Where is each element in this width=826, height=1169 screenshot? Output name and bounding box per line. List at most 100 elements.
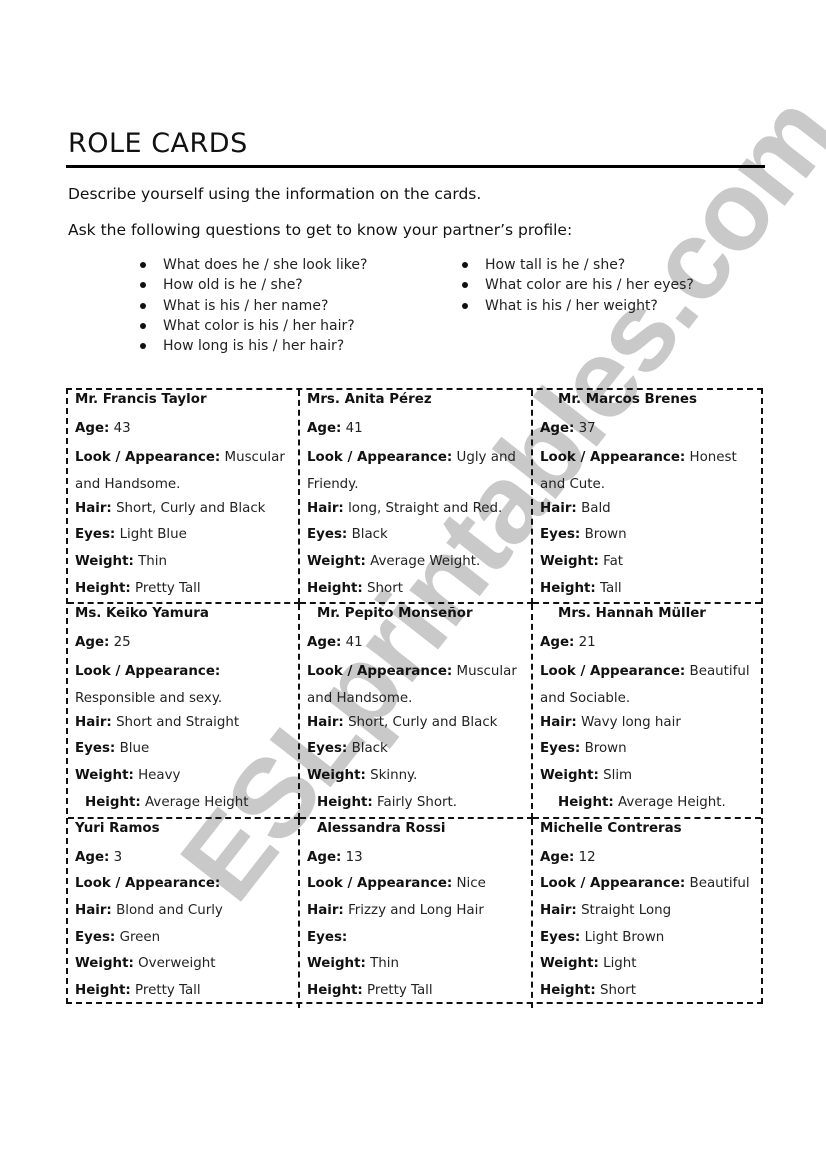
card-eyes: Eyes: Black xyxy=(307,739,525,766)
weight-label: Weight: xyxy=(307,768,366,784)
hair-value: Short and Straight xyxy=(116,714,240,730)
height-label: Height: xyxy=(85,794,141,810)
card-height: Height: Average Height xyxy=(75,793,292,820)
age-value: 41 xyxy=(345,634,363,650)
card-eyes: Eyes: Light Blue xyxy=(75,525,292,552)
card-age: Age: 37 xyxy=(540,419,755,446)
look-label: Look / Appearance: xyxy=(307,664,453,680)
eyes-label: Eyes: xyxy=(540,527,581,543)
card-name: Mr. Pepito Monseñor xyxy=(317,606,473,621)
look-label: Look / Appearance: xyxy=(540,664,686,680)
card-hair: Hair: Short, Curly and Black xyxy=(307,713,525,740)
height-label: Height: xyxy=(75,983,131,999)
card-height: Height: Average Height. xyxy=(540,793,755,820)
card-weight: Weight: Slim xyxy=(540,766,755,793)
hair-label: Hair: xyxy=(75,500,112,516)
role-card: Mr. Marcos Brenes Age: 37 Look / Appeara… xyxy=(533,390,761,604)
card-eyes: Eyes: Black xyxy=(307,525,525,552)
look-label: Look / Appearance: xyxy=(307,876,453,892)
eyes-value: Blue xyxy=(119,741,150,757)
question-item: How old is he / she? xyxy=(138,275,367,295)
card-name: Mrs. Anita Pérez xyxy=(307,392,432,407)
eyes-label: Eyes: xyxy=(540,929,581,945)
height-value: Pretty Tall xyxy=(135,983,201,999)
age-label: Age: xyxy=(75,420,110,436)
height-label: Height: xyxy=(540,580,596,596)
weight-label: Weight: xyxy=(540,768,599,784)
height-value: Average Height. xyxy=(618,794,726,810)
card-look: Look / Appearance: Ugly and Friendy. xyxy=(307,445,525,498)
eyes-value: Light Brown xyxy=(584,929,665,945)
height-label: Height: xyxy=(75,580,131,596)
card-hair: Hair: Short, Curly and Black xyxy=(75,499,292,526)
role-cards-grid: Mr. Francis Taylor Age: 43 Look / Appear… xyxy=(66,388,763,1008)
eyes-label: Eyes: xyxy=(75,527,116,543)
card-eyes: Eyes: Light Brown xyxy=(540,928,755,955)
bullet-icon xyxy=(140,343,146,350)
hair-label: Hair: xyxy=(307,500,344,516)
height-value: Short xyxy=(367,580,403,596)
card-name: Mr. Francis Taylor xyxy=(75,392,207,407)
card-age: Age: 13 xyxy=(307,848,525,875)
look-value: Nice xyxy=(456,876,486,892)
instruction-describe: Describe yourself using the information … xyxy=(68,185,482,203)
weight-value: Thin xyxy=(138,554,167,570)
hair-value: Short, Curly and Black xyxy=(348,714,498,730)
age-label: Age: xyxy=(307,634,342,650)
hair-value: Blond and Curly xyxy=(116,903,223,919)
card-age: Age: 12 xyxy=(540,848,755,875)
eyes-value: Black xyxy=(351,527,388,543)
card-weight: Weight: Overweight xyxy=(75,954,292,981)
question-item: What is his / her weight? xyxy=(460,296,694,316)
weight-label: Weight: xyxy=(307,956,366,972)
card-height: Height: Pretty Tall xyxy=(307,981,525,1008)
question-item: What does he / she look like? xyxy=(138,255,367,275)
question-text: What color is his / her hair? xyxy=(163,317,355,334)
look-value: Beautiful xyxy=(689,876,750,892)
card-hair: Hair: long, Straight and Red. xyxy=(307,499,525,526)
look-label: Look / Appearance: xyxy=(75,450,221,466)
weight-value: Skinny. xyxy=(370,768,418,784)
hair-label: Hair: xyxy=(307,714,344,730)
question-text: How tall is he / she? xyxy=(485,257,626,273)
card-weight: Weight: Fat xyxy=(540,552,755,579)
hair-label: Hair: xyxy=(540,500,577,516)
card-look: Look / Appearance: xyxy=(75,874,292,901)
role-card: Ms. Keiko Yamura Age: 25 Look / Appearan… xyxy=(68,604,300,819)
hair-label: Hair: xyxy=(75,903,112,919)
card-weight: Weight: Thin xyxy=(307,954,525,981)
card-age: Age: 41 xyxy=(307,633,525,660)
height-value: Fairly Short. xyxy=(377,794,458,810)
weight-value: Overweight xyxy=(138,956,216,972)
age-value: 21 xyxy=(578,634,596,650)
question-text: What color are his / her eyes? xyxy=(485,277,694,294)
question-text: What is his / her name? xyxy=(163,297,329,314)
question-text: What is his / her weight? xyxy=(485,297,658,314)
role-card: Mrs. Hannah Müller Age: 21 Look / Appear… xyxy=(533,604,761,819)
look-label: Look / Appearance: xyxy=(307,450,453,466)
weight-label: Weight: xyxy=(75,554,134,570)
bullet-icon xyxy=(140,322,146,329)
height-label: Height: xyxy=(558,794,614,810)
height-label: Height: xyxy=(317,794,373,810)
weight-label: Weight: xyxy=(540,956,599,972)
page-title: ROLE CARDS xyxy=(68,128,248,159)
card-weight: Weight: Light xyxy=(540,954,755,981)
role-card: Michelle Contreras Age: 12 Look / Appear… xyxy=(533,819,761,1008)
weight-value: Average Weight. xyxy=(370,554,481,570)
hair-value: Frizzy and Long Hair xyxy=(348,903,484,919)
age-label: Age: xyxy=(307,849,342,865)
hair-value: Straight Long xyxy=(581,903,672,919)
card-look: Look / Appearance: Beautiful xyxy=(540,874,755,901)
bullet-icon xyxy=(140,262,146,268)
role-card: Alessandra Rossi Age: 13 Look / Appearan… xyxy=(300,819,533,1008)
card-eyes: Eyes: xyxy=(307,928,525,955)
age-label: Age: xyxy=(307,420,342,436)
card-age: Age: 3 xyxy=(75,848,292,875)
card-look: Look / Appearance: Honest and Cute. xyxy=(540,445,755,498)
weight-value: Slim xyxy=(603,768,633,784)
look-label: Look / Appearance: xyxy=(75,664,221,680)
hair-value: Short, Curly and Black xyxy=(116,500,266,516)
age-label: Age: xyxy=(540,849,575,865)
weight-label: Weight: xyxy=(75,768,134,784)
